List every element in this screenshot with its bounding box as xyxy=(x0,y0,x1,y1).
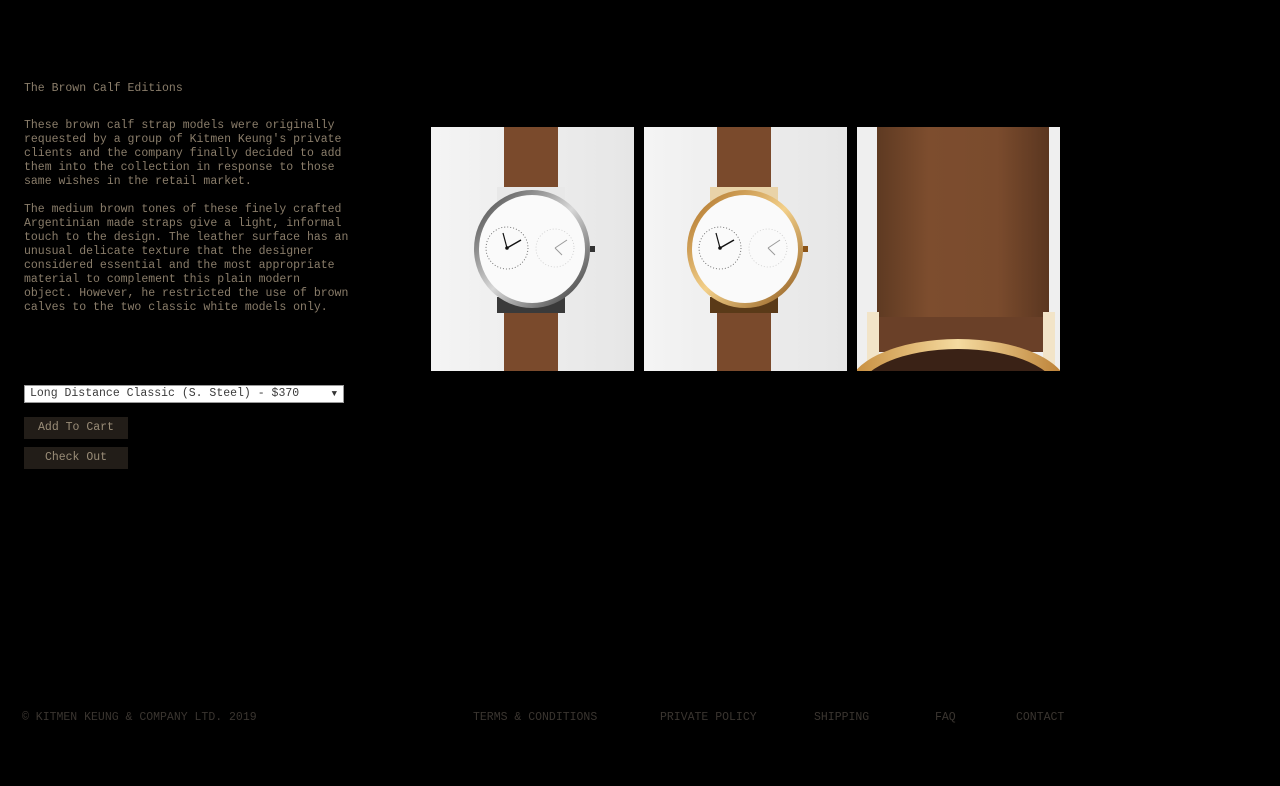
footer-link-privacy[interactable]: PRIVATE POLICY xyxy=(660,711,757,725)
steel-watch-photo[interactable] xyxy=(431,127,634,371)
product-title: The Brown Calf Editions xyxy=(24,82,183,95)
checkout-button[interactable]: Check Out xyxy=(24,447,128,469)
add-to-cart-button[interactable]: Add To Cart xyxy=(24,417,128,439)
gold-watch-photo[interactable] xyxy=(644,127,847,371)
product-description: These brown calf strap models were origi… xyxy=(24,119,354,329)
variant-select[interactable]: Long Distance Classic (S. Steel) - $370 … xyxy=(24,385,344,403)
footer-link-shipping[interactable]: SHIPPING xyxy=(814,711,869,725)
footer-link-contact[interactable]: CONTACT xyxy=(1016,711,1064,725)
description-paragraph-2: The medium brown tones of these finely c… xyxy=(24,203,349,314)
copyright-text: © KITMEN KEUNG & COMPANY LTD. 2019 xyxy=(22,711,257,724)
description-paragraph-1: These brown calf strap models were origi… xyxy=(24,119,342,188)
chevron-down-icon: ▼ xyxy=(331,389,337,399)
footer-link-faq[interactable]: FAQ xyxy=(935,711,956,725)
strap-closeup-photo[interactable] xyxy=(857,127,1060,371)
footer-link-terms[interactable]: TERMS & CONDITIONS xyxy=(473,711,597,725)
variant-select-value: Long Distance Classic (S. Steel) - $370 xyxy=(30,387,300,400)
